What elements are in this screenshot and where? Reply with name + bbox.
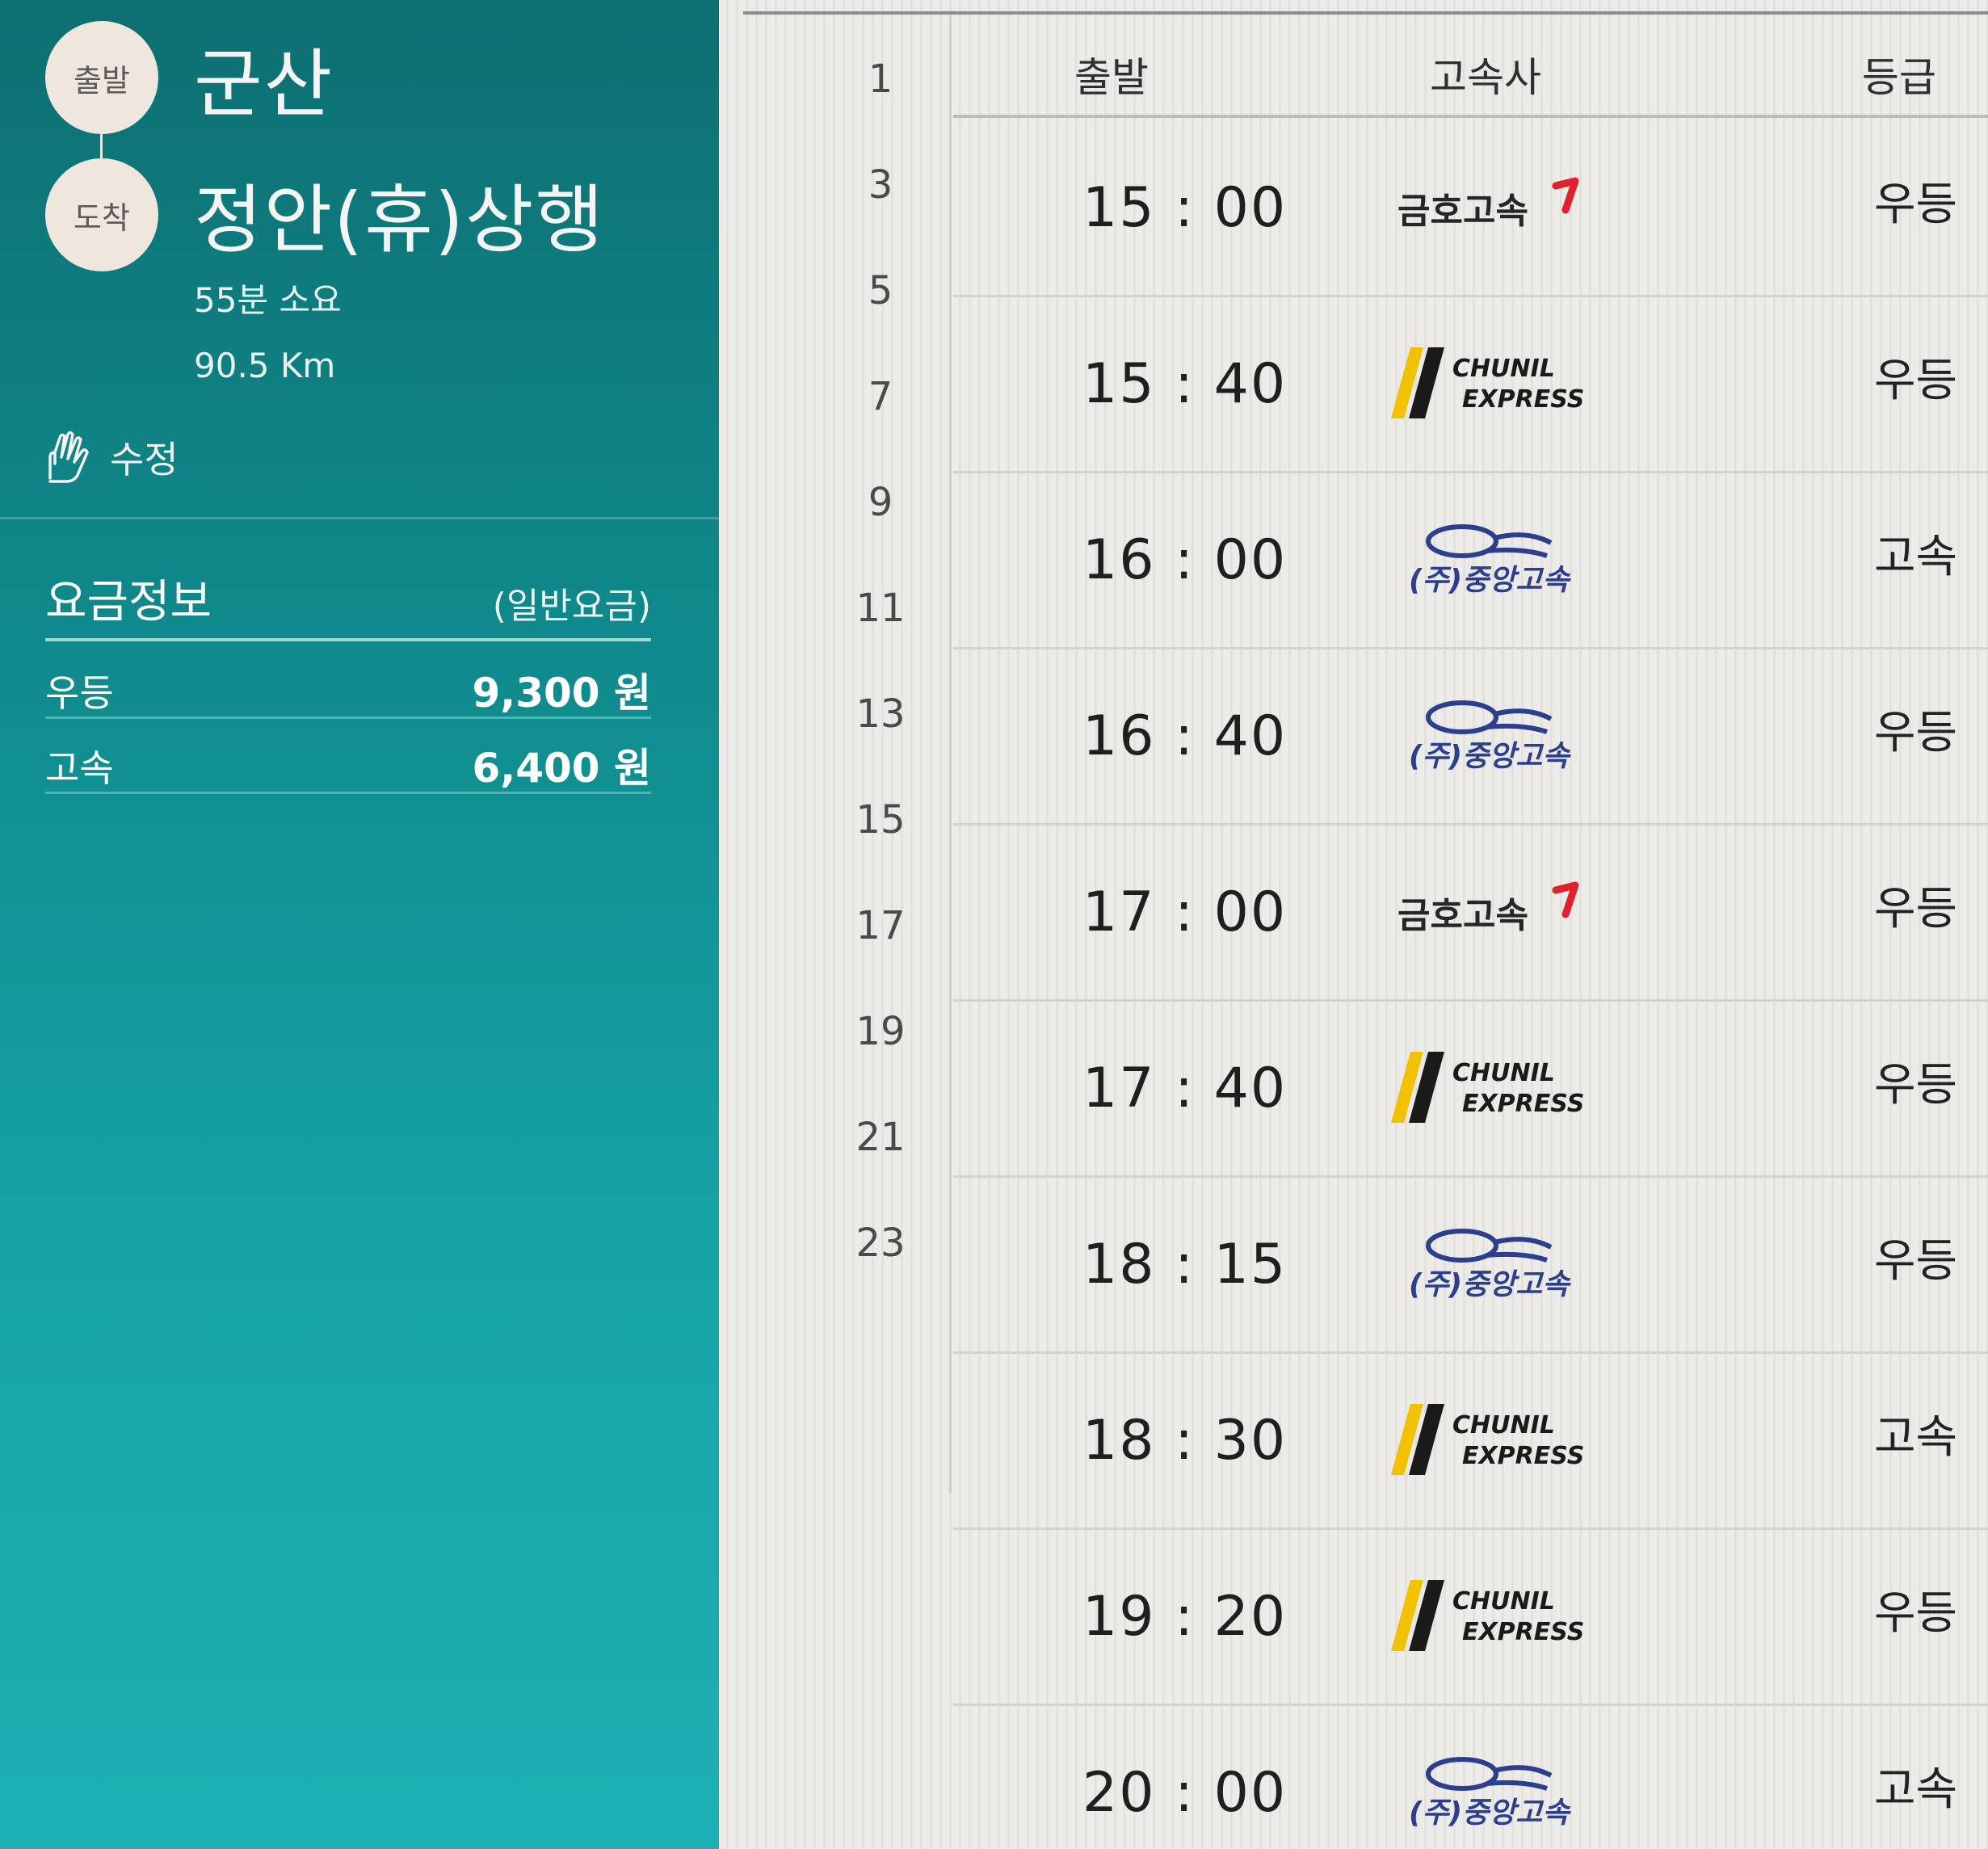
row-number: 23 <box>855 1221 906 1266</box>
departure-time: 16 : 40 <box>1082 704 1288 768</box>
row-number: 15 <box>855 797 906 843</box>
departure-time: 18 : 30 <box>1082 1409 1288 1473</box>
route-info-panel: 출발 도착 군산 정안(휴)상행 55분 소요 90.5 Km 수정 요금정보 … <box>0 0 719 1849</box>
table-row[interactable]: 20 : 00 (주)중앙고속 고속 <box>953 1706 1988 1849</box>
edit-route-button[interactable]: 수정 <box>42 428 179 486</box>
svg-text:(주)중앙고속: (주)중앙고속 <box>1409 740 1571 773</box>
bus-company-logo: 금호고속 <box>1373 153 1616 258</box>
bus-grade: 고속 <box>1874 531 1958 583</box>
panel-divider <box>0 517 719 519</box>
table-row[interactable]: 16 : 40 (주)중앙고속 우등 <box>953 649 1988 826</box>
bus-grade: 고속 <box>1874 1763 1958 1816</box>
svg-text:(주)중앙고속: (주)중앙고속 <box>1409 1796 1571 1830</box>
svg-text:(주)중앙고속: (주)중앙고속 <box>1409 564 1571 597</box>
fare-title: 요금정보 <box>45 576 212 628</box>
table-row[interactable]: 19 : 20 CHUNIL EXPRESS 우등 <box>953 1530 1988 1706</box>
table-row[interactable]: 17 : 00 금호고속 우등 <box>953 826 1988 1002</box>
svg-text:(주)중앙고속: (주)중앙고속 <box>1409 1268 1571 1301</box>
bus-company-logo: CHUNIL EXPRESS <box>1373 330 1616 435</box>
header-depart: 출발 <box>1074 54 1149 101</box>
header-company: 고속사 <box>1430 54 1541 101</box>
bus-company-logo: (주)중앙고속 <box>1373 1210 1616 1315</box>
departure-time: 19 : 20 <box>1082 1585 1288 1649</box>
fare-type: (일반요금) <box>492 586 651 627</box>
row-number: 11 <box>855 586 906 631</box>
svg-text:CHUNIL: CHUNIL <box>1452 1059 1555 1087</box>
table-row[interactable]: 18 : 30 CHUNIL EXPRESS 고속 <box>953 1354 1988 1530</box>
bus-company-logo: (주)중앙고속 <box>1373 1738 1616 1843</box>
trip-distance: 90.5 Km <box>194 346 336 385</box>
table-row[interactable]: 16 : 00 (주)중앙고속 고속 <box>953 473 1988 649</box>
bus-grade: 우등 <box>1874 1235 1958 1288</box>
bus-grade: 우등 <box>1874 179 1958 231</box>
depart-terminal-name: 군산 <box>194 41 334 128</box>
bus-company-logo: (주)중앙고속 <box>1373 506 1616 611</box>
table-row[interactable]: 17 : 40 CHUNIL EXPRESS 우등 <box>953 1002 1988 1178</box>
svg-text:금호고속: 금호고속 <box>1397 895 1528 936</box>
table-row[interactable]: 15 : 40 CHUNIL EXPRESS 우등 <box>953 297 1988 473</box>
row-number: 13 <box>855 691 906 737</box>
svg-text:금호고속: 금호고속 <box>1397 191 1528 232</box>
fare-price: 6,400 원 <box>472 745 651 792</box>
svg-text:EXPRESS: EXPRESS <box>1462 1442 1584 1470</box>
depart-badge: 출발 <box>45 21 158 134</box>
fare-price: 9,300 원 <box>472 670 651 716</box>
departure-time: 18 : 15 <box>1082 1233 1288 1296</box>
departure-time: 17 : 00 <box>1082 880 1288 944</box>
bus-grade: 고속 <box>1874 1411 1958 1464</box>
fare-class: 고속 <box>45 746 114 790</box>
header-grade: 등급 <box>1862 54 1936 101</box>
departure-time: 15 : 00 <box>1082 176 1288 240</box>
edit-label: 수정 <box>110 438 179 481</box>
arrive-terminal-name: 정안(휴)상행 <box>194 177 605 263</box>
trip-duration: 55분 소요 <box>194 280 342 320</box>
svg-text:EXPRESS: EXPRESS <box>1462 1090 1584 1118</box>
bus-grade: 우등 <box>1874 883 1958 935</box>
fare-row: 우등 9,300 원 <box>45 646 651 719</box>
row-number: 7 <box>868 374 893 419</box>
column-divider <box>949 15 952 1493</box>
svg-text:EXPRESS: EXPRESS <box>1462 385 1584 414</box>
svg-text:CHUNIL: CHUNIL <box>1452 355 1555 383</box>
row-number: 5 <box>868 268 893 313</box>
bus-grade: 우등 <box>1874 355 1958 407</box>
row-number: 19 <box>855 1009 906 1054</box>
departure-time: 17 : 40 <box>1082 1057 1288 1120</box>
departure-time: 15 : 40 <box>1082 352 1288 416</box>
bus-company-logo: CHUNIL EXPRESS <box>1373 1386 1616 1491</box>
svg-text:EXPRESS: EXPRESS <box>1462 1618 1584 1646</box>
table-header: 출발 고속사 등급 <box>953 15 1988 118</box>
svg-text:CHUNIL: CHUNIL <box>1452 1587 1555 1616</box>
row-number: 9 <box>868 480 893 525</box>
route-connector-line <box>100 134 103 160</box>
fare-class: 우등 <box>45 671 114 715</box>
row-number: 1 <box>868 57 893 102</box>
hand-touch-icon <box>42 428 94 486</box>
bus-company-logo: (주)중앙고속 <box>1373 682 1616 787</box>
fare-row: 고속 6,400 원 <box>45 721 651 794</box>
departure-time: 16 : 00 <box>1082 528 1288 592</box>
table-row[interactable]: 15 : 00 금호고속 우등 <box>953 121 1988 297</box>
bus-grade: 우등 <box>1874 1059 1958 1112</box>
bus-grade: 우등 <box>1874 1587 1958 1640</box>
row-number: 17 <box>855 903 906 948</box>
row-number: 3 <box>868 162 893 208</box>
bus-grade: 우등 <box>1874 707 1958 759</box>
bus-company-logo: CHUNIL EXPRESS <box>1373 1034 1616 1139</box>
row-number: 21 <box>855 1115 906 1160</box>
departure-time: 20 : 00 <box>1082 1761 1288 1825</box>
bus-company-logo: 금호고속 <box>1373 858 1616 963</box>
fare-divider <box>45 638 651 641</box>
arrive-badge: 도착 <box>45 158 158 271</box>
svg-text:CHUNIL: CHUNIL <box>1452 1411 1555 1439</box>
bus-company-logo: CHUNIL EXPRESS <box>1373 1562 1616 1667</box>
table-row[interactable]: 18 : 15 (주)중앙고속 우등 <box>953 1178 1988 1354</box>
timetable-panel: 1 3 5 7 9 11 13 15 17 19 21 23 출발 고속사 등급 15 : 00 금호고… <box>719 0 1988 1849</box>
